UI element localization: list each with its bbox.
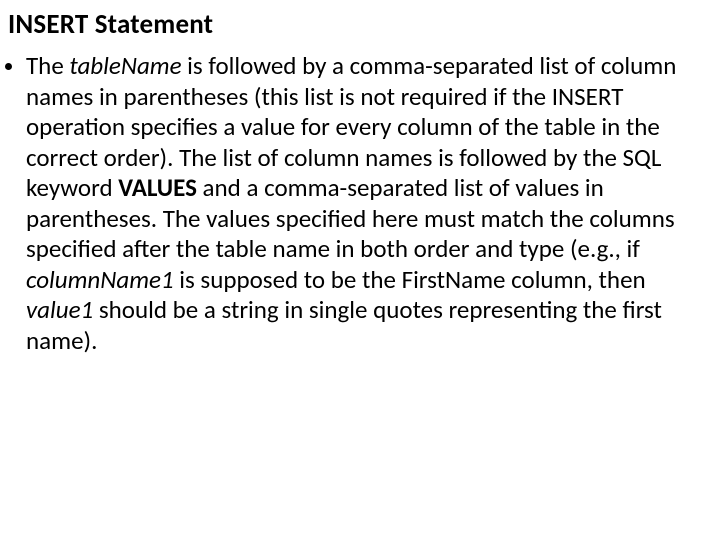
inline-italic-columnname1: columnName1 xyxy=(26,264,174,295)
bullet-list: The tableName is followed by a comma-sep… xyxy=(8,51,706,356)
bullet-item: The tableName is followed by a comma-sep… xyxy=(26,51,706,356)
text-segment: should be a string in single quotes repr… xyxy=(26,294,662,356)
inline-bold-values: VALUES xyxy=(118,172,197,203)
slide-title: INSERT Statement xyxy=(8,8,706,41)
text-segment: is supposed to be the FirstName column, … xyxy=(174,264,646,295)
slide: INSERT Statement The tableName is follow… xyxy=(0,0,720,540)
inline-italic-tablename: tableName xyxy=(69,50,181,81)
text-segment: The xyxy=(26,50,69,81)
inline-italic-value1: value1 xyxy=(26,294,93,325)
